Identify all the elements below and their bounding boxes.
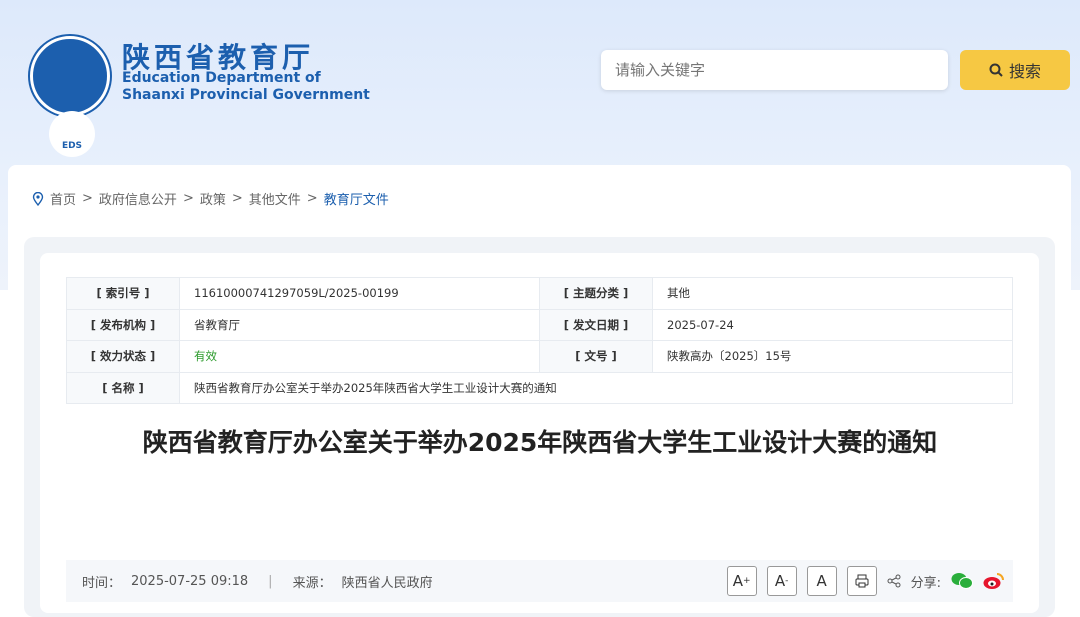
status-value: 有效	[179, 340, 540, 373]
source: 陕西省人民政府	[341, 575, 433, 591]
breadcrumb-home[interactable]: 首页	[50, 189, 76, 208]
breadcrumb-policy[interactable]: 政策	[200, 189, 226, 208]
logo-text: EDS	[49, 111, 95, 157]
font-reset-button[interactable]: A	[806, 566, 837, 596]
article-title: 陕西省教育厅办公室关于举办2025年陕西省大学生工业设计大赛的通知	[142, 428, 938, 457]
content-panel: 首页 > 政府信息公开 > 政策 > 其他文件 > 教育厅文件 [ 索引号 ] 11610…	[8, 165, 1071, 617]
table-row: [ 索引号 ] 11610000741297059L/2025-00199[ 主题…	[66, 277, 1013, 310]
wechat-icon[interactable]	[951, 572, 973, 590]
site-title-en: Education Department of Shaanxi Provincia…	[122, 70, 370, 103]
print-button[interactable]	[846, 566, 877, 596]
search-button-label: 搜索	[1008, 62, 1041, 81]
table-row: [ 效力状态 ] 有效[ 文号 ] 陕教高办〔2025〕15号	[66, 340, 1013, 373]
print-icon	[855, 574, 869, 588]
article-wrapper: [ 索引号 ] 11610000741297059L/2025-00199[ 主题…	[24, 237, 1055, 617]
article-card: [ 索引号 ] 11610000741297059L/2025-00199[ 主题…	[40, 253, 1039, 613]
article-tools: A + A- A 分享:	[726, 566, 1005, 596]
font-decrease-button[interactable]: A-	[766, 566, 797, 596]
breadcrumb-other[interactable]: 其他文件	[249, 189, 301, 208]
font-increase-button[interactable]: A +	[726, 566, 757, 596]
search-button[interactable]: 搜索	[960, 50, 1070, 90]
share-label: 分享:	[910, 575, 941, 591]
article-meta: 时间： 2025-07-25 09:18 | 来源： 陕西省人民政府 A + A- A…	[66, 560, 1013, 602]
share-icon	[887, 574, 901, 588]
info-table: [ 索引号 ] 11610000741297059L/2025-00199[ 主题…	[66, 277, 1013, 404]
publish-time: 2025-07-25 09:18	[131, 573, 249, 589]
table-row: [ 发布机构 ] 省教育厅[ 发文日期 ] 2025-07-24	[66, 308, 1013, 341]
breadcrumb: 首页 > 政府信息公开 > 政策 > 其他文件 > 教育厅文件	[32, 189, 389, 208]
table-row: [ 名称 ] 陕西省教育厅办公室关于举办2025年陕西省大学生工业设计大赛的通知	[66, 371, 1013, 404]
search-input[interactable]	[601, 50, 948, 90]
location-icon	[32, 191, 44, 206]
search-icon	[989, 63, 1003, 77]
weibo-icon[interactable]	[983, 572, 1005, 590]
breadcrumb-info[interactable]: 政府信息公开	[99, 189, 177, 208]
logo[interactable]: EDS	[30, 36, 110, 157]
breadcrumb-current[interactable]: 教育厅文件	[324, 189, 389, 208]
